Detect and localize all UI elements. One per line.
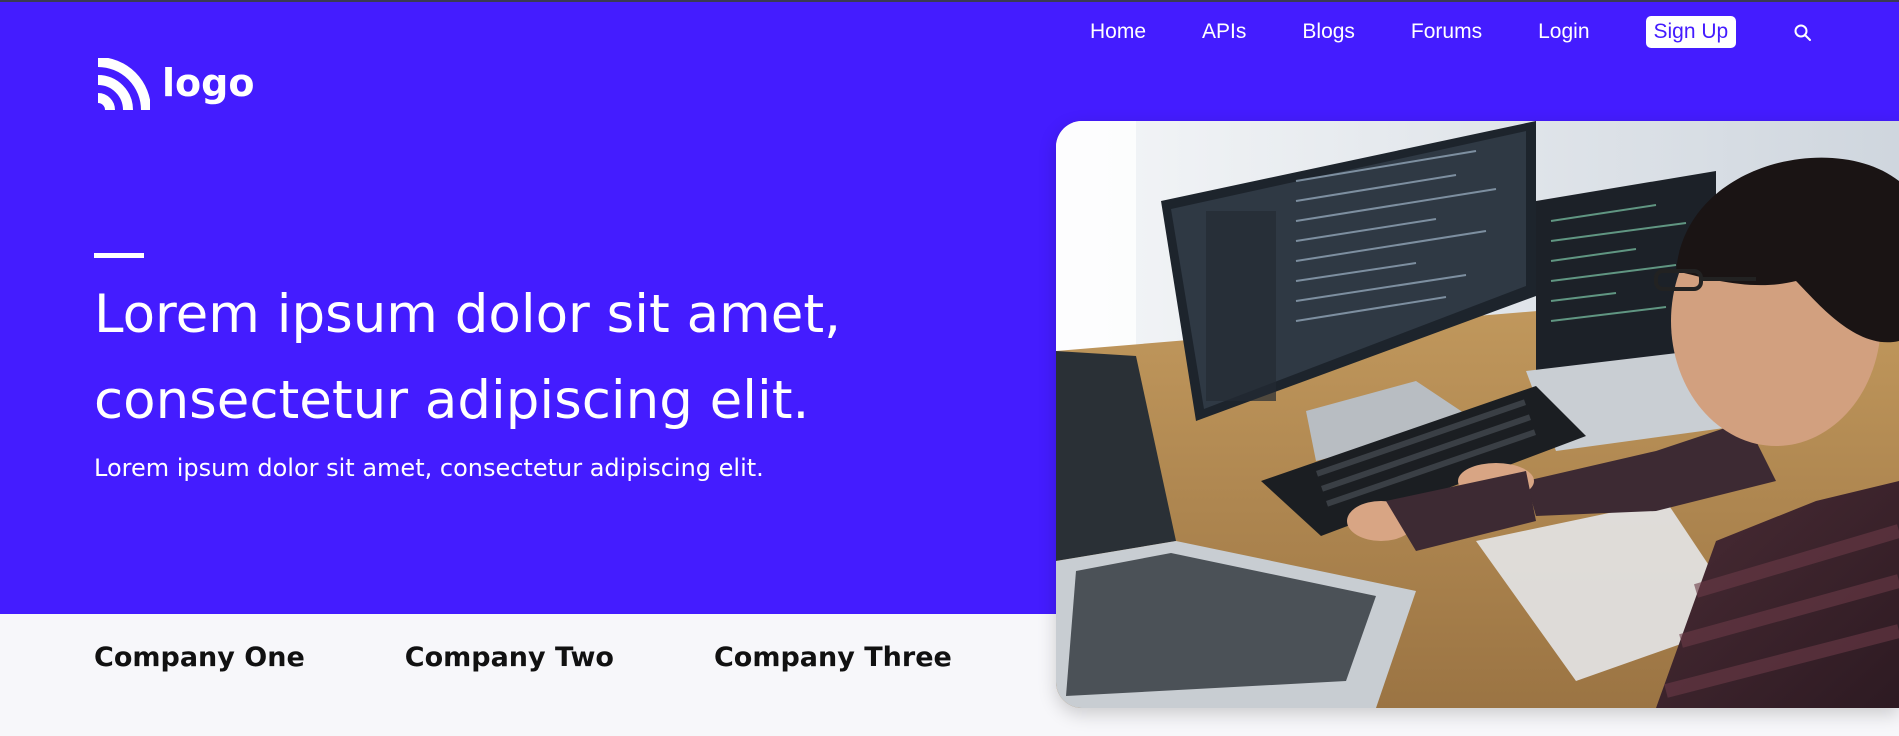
search-icon[interactable] [1792, 22, 1814, 44]
companies-list: Company One Company Two Company Three [94, 642, 1052, 673]
logo-text: logo [162, 61, 255, 105]
signup-button[interactable]: Sign Up [1645, 16, 1737, 48]
company-two: Company Two [404, 642, 614, 673]
nav-blogs[interactable]: Blogs [1302, 20, 1355, 44]
nav-home[interactable]: Home [1090, 20, 1146, 44]
nav-forums[interactable]: Forums [1411, 20, 1482, 44]
logo[interactable]: logo [94, 58, 254, 114]
hero-subheadline: Lorem ipsum dolor sit amet, consectetur … [94, 454, 764, 482]
nav-login[interactable]: Login [1538, 20, 1589, 44]
main-nav: Home APIs Blogs Forums Login Sign Up [1090, 16, 1814, 48]
developer-photo [1056, 121, 1899, 708]
nav-apis[interactable]: APIs [1202, 20, 1246, 44]
company-three: Company Three [713, 642, 952, 673]
hero-headline: Lorem ipsum dolor sit amet, consectetur … [94, 284, 841, 431]
headline-accent-dash [94, 253, 144, 258]
logo-icon [97, 58, 150, 111]
company-one: Company One [94, 642, 305, 673]
